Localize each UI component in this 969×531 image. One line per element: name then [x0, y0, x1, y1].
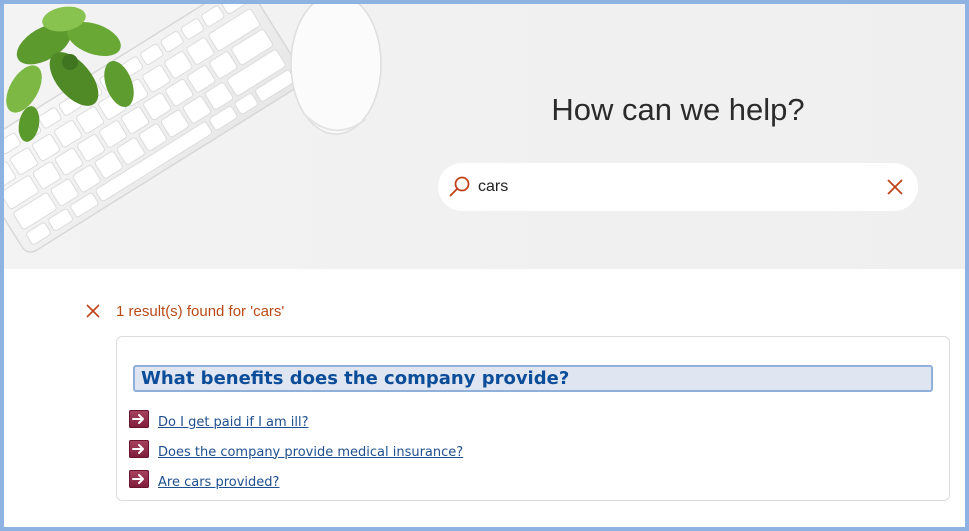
faq-group-title: What benefits does the company provide? — [133, 365, 933, 392]
search-box[interactable] — [438, 163, 918, 211]
list-item: Do I get paid if I am ill? — [129, 407, 463, 437]
arrow-right-icon — [129, 440, 149, 458]
results-count-text: 1 result(s) found for 'cars' — [116, 302, 285, 320]
faq-list: Do I get paid if I am ill? Does the comp… — [129, 407, 463, 497]
results-summary: 1 result(s) found for 'cars' — [84, 300, 284, 322]
search-input[interactable] — [478, 175, 858, 199]
list-item: Does the company provide medical insuran… — [129, 437, 463, 467]
hero-banner: How can we help? — [4, 4, 965, 269]
page-title: How can we help? — [551, 92, 805, 127]
list-item: Are cars provided? — [129, 467, 463, 497]
results-card: What benefits does the company provide? … — [116, 336, 950, 501]
faq-link-paid-if-ill[interactable]: Do I get paid if I am ill? — [158, 415, 309, 430]
close-icon[interactable] — [84, 302, 102, 320]
close-icon[interactable] — [886, 178, 904, 196]
app-window: How can we help? 1 result(s) found for '… — [0, 0, 969, 531]
arrow-right-icon — [129, 470, 149, 488]
hero-illustration — [4, 4, 382, 253]
faq-link-cars-provided[interactable]: Are cars provided? — [158, 475, 279, 490]
faq-link-medical-insurance[interactable]: Does the company provide medical insuran… — [158, 445, 463, 460]
search-icon[interactable] — [448, 175, 472, 199]
arrow-right-icon — [129, 410, 149, 428]
